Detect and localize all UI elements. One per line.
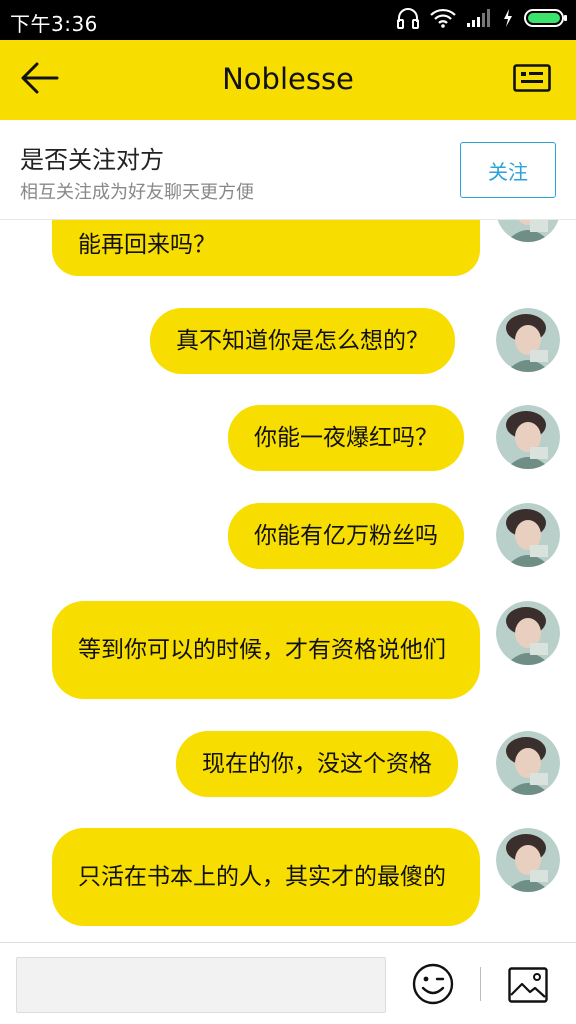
message-text: 你能一夜爆红吗？ [254, 425, 438, 451]
message-bubble[interactable]: 你能一夜爆红吗？ [228, 405, 464, 471]
avatar[interactable] [496, 308, 560, 372]
battery-icon [524, 8, 568, 32]
message-text: 你能有亿万粉丝吗 [254, 523, 438, 549]
message-text: 只活在书本上的人，其实才的最傻的 [78, 864, 446, 890]
chat-title: Noblesse [222, 62, 354, 96]
follow-button[interactable]: 关注 [460, 142, 556, 198]
avatar-photo [496, 828, 560, 892]
avatar-photo [496, 308, 560, 372]
message-bubble[interactable]: 只活在书本上的人，其实才的最傻的 [52, 828, 480, 926]
avatar-photo [496, 405, 560, 469]
composer-divider [480, 967, 481, 1001]
wifi-icon [430, 8, 456, 32]
profile-card-icon [513, 64, 551, 96]
status-time: 下午3:36 [10, 12, 98, 36]
message-text: 等到你可以的时候，才有资格说他们 [78, 637, 446, 663]
message-bubble[interactable]: 等到你可以的时候，才有资格说他们 [52, 601, 480, 699]
avatar-photo [496, 503, 560, 567]
avatar-photo [496, 731, 560, 795]
image-icon [508, 967, 548, 1007]
image-button[interactable] [508, 967, 548, 1003]
message-input[interactable] [16, 957, 386, 1013]
charging-icon [502, 8, 514, 32]
message-text: 现在的你，没这个资格 [202, 751, 432, 777]
avatar[interactable] [496, 828, 560, 892]
signal-icon [466, 8, 492, 32]
message-bubble[interactable]: 现在的你，没这个资格 [176, 731, 458, 797]
profile-card-button[interactable] [512, 64, 552, 96]
message-text: 能再回来吗？ [78, 232, 216, 258]
avatar-photo [496, 601, 560, 665]
follow-prompt: 是否关注对方 相互关注成为好友聊天更方便 关注 [0, 120, 576, 220]
headphone-icon [396, 7, 420, 33]
status-bar: 下午3:36 [0, 0, 576, 40]
message-bubble[interactable]: 你能有亿万粉丝吗 [228, 503, 464, 569]
status-icons [396, 7, 568, 33]
follow-hint: 相互关注成为好友聊天更方便 [20, 182, 254, 203]
avatar[interactable] [496, 503, 560, 567]
message-text: 真不知道你是怎么想的？ [176, 328, 429, 354]
follow-question: 是否关注对方 [20, 146, 164, 174]
message-list[interactable]: 能再回来吗？ 真不知道你是怎么想的？ 你能一夜爆红吗？ 你能有亿万粉丝吗 等到你… [0, 120, 576, 942]
message-bubble[interactable]: 真不知道你是怎么想的？ [150, 308, 455, 374]
avatar[interactable] [496, 731, 560, 795]
composer-bar [0, 942, 576, 1024]
avatar[interactable] [496, 601, 560, 665]
emoji-button[interactable] [412, 963, 454, 1005]
avatar[interactable] [496, 405, 560, 469]
app-bar: Noblesse [0, 40, 576, 120]
emoji-icon [412, 963, 454, 1009]
